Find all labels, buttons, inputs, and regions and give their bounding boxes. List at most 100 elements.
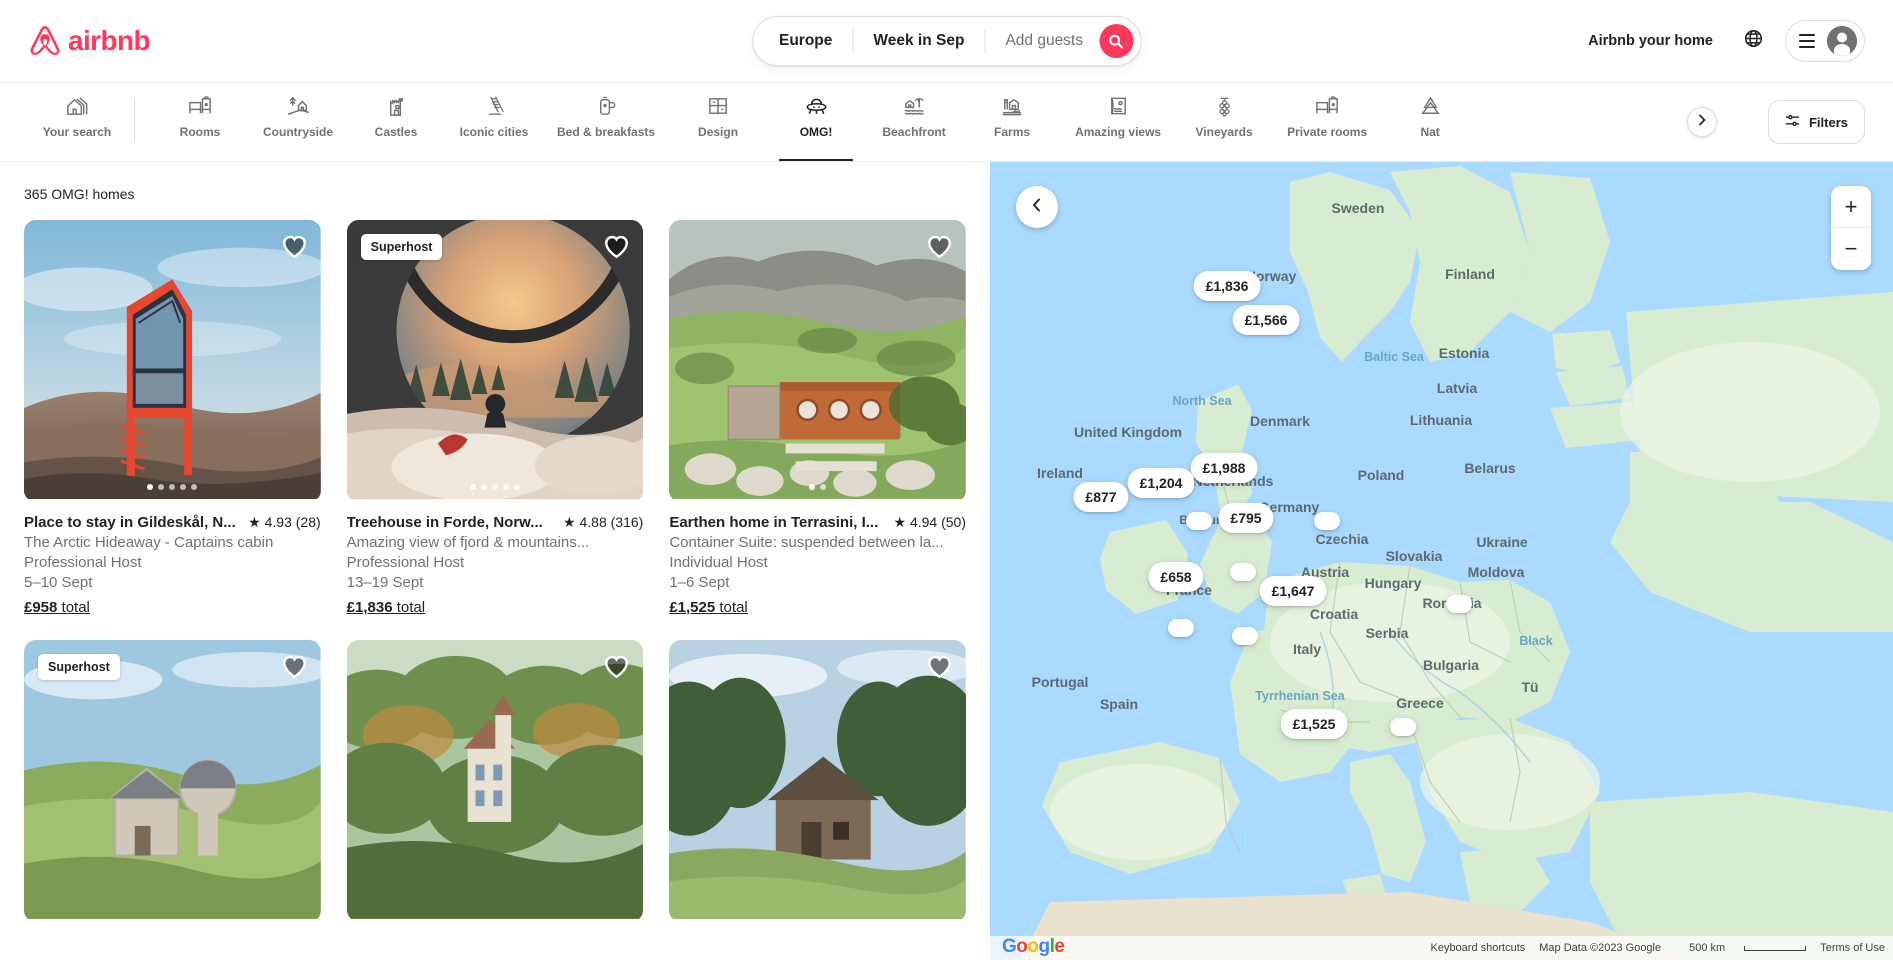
listing-photo[interactable]: Superhost xyxy=(346,220,644,502)
category-bed-and-breakfasts[interactable]: Bed & breakfasts xyxy=(543,83,669,161)
terms-of-use-link[interactable]: Terms of Use xyxy=(1820,942,1885,954)
listing-card[interactable]: Superhost Treehouse in Forde, Norw... ★ … xyxy=(346,220,644,616)
listing-price-suffix: total xyxy=(715,599,748,616)
favorite-button[interactable] xyxy=(280,232,309,266)
map-price-marker-collapsed[interactable] xyxy=(1168,619,1194,637)
listing-price: £1,836 total xyxy=(347,599,644,616)
category-your-search[interactable]: Your search xyxy=(28,83,126,161)
search-submit-button[interactable] xyxy=(1099,24,1133,58)
map-price-marker[interactable]: £1,836 xyxy=(1193,271,1261,301)
favorite-button[interactable] xyxy=(602,652,631,686)
category-label: Design xyxy=(698,125,739,139)
user-menu-button[interactable] xyxy=(1785,20,1865,62)
category-navigation: Your search Rooms Countryside Castles Ic… xyxy=(0,82,1893,162)
map-scale-bar xyxy=(1744,945,1807,951)
listing-price: £958 total xyxy=(24,599,321,616)
map-price-marker-collapsed[interactable] xyxy=(1232,627,1258,645)
map-price-marker[interactable]: £877 xyxy=(1073,482,1129,512)
listing-card[interactable]: Place to stay in Gildeskål, N... ★ 4.93 … xyxy=(24,220,321,616)
listing-info: Earthen home in Terrasini, I... ★ 4.94 (… xyxy=(669,502,966,616)
airbnb-your-home-link[interactable]: Airbnb your home xyxy=(1574,21,1727,61)
category-scroll-next-button[interactable] xyxy=(1687,107,1717,137)
map-price-marker[interactable]: £1,525 xyxy=(1280,709,1348,739)
design-icon xyxy=(706,93,731,119)
favorite-button[interactable] xyxy=(280,652,309,686)
photo-carousel-dots[interactable] xyxy=(24,484,321,490)
favorite-button[interactable] xyxy=(602,232,631,266)
category-farms[interactable]: Farms xyxy=(963,83,1061,161)
map-price-marker[interactable]: £1,566 xyxy=(1232,305,1300,335)
favorite-button[interactable] xyxy=(925,232,954,266)
hamburger-icon xyxy=(1799,34,1815,48)
iconic-city-icon xyxy=(482,93,507,119)
listing-subtitle: The Arctic Hideaway - Captains cabin xyxy=(24,534,274,551)
listing-photo[interactable] xyxy=(24,220,321,502)
map-price-marker-collapsed[interactable] xyxy=(1186,512,1212,530)
star-icon: ★ xyxy=(248,514,261,530)
listing-review-count: (50) xyxy=(941,514,966,530)
map-zoom-controls[interactable]: + − xyxy=(1831,186,1871,270)
listing-card[interactable] xyxy=(669,640,966,922)
listing-photo[interactable] xyxy=(669,220,966,502)
category-beachfront[interactable]: Beachfront xyxy=(865,83,963,161)
map-price-marker[interactable]: £1,988 xyxy=(1190,453,1258,483)
map-price-marker-collapsed[interactable] xyxy=(1314,512,1340,530)
search-dates-segment[interactable]: Week in Sep xyxy=(853,16,984,66)
listing-price-amount: £1,525 xyxy=(669,599,716,616)
map-collapse-button[interactable] xyxy=(1016,186,1058,228)
omg-ufo-icon xyxy=(804,93,829,119)
search-bar[interactable]: Europe Week in Sep Add guests xyxy=(752,16,1141,66)
header-actions: Airbnb your home xyxy=(1574,20,1865,62)
photo-carousel-dots[interactable] xyxy=(347,484,644,490)
category-amazing-views[interactable]: Amazing views xyxy=(1061,83,1175,161)
category-separator xyxy=(134,99,135,141)
listing-photo[interactable] xyxy=(346,640,644,922)
listing-photo[interactable]: Superhost xyxy=(24,640,321,922)
category-private-rooms[interactable]: Private rooms xyxy=(1273,83,1381,161)
category-vineyards[interactable]: Vineyards xyxy=(1175,83,1273,161)
category-design[interactable]: Design xyxy=(669,83,767,161)
map-zoom-in-button[interactable]: + xyxy=(1831,186,1871,228)
listing-card[interactable]: Earthen home in Terrasini, I... ★ 4.94 (… xyxy=(669,220,966,616)
listing-photo[interactable] xyxy=(669,640,966,922)
listing-price-amount: £958 xyxy=(24,599,58,616)
listing-photo-image xyxy=(346,220,644,499)
category-label: OMG! xyxy=(799,125,833,139)
map-panel[interactable]: + − Sweden Norway Finland Estonia Latvia Balt… xyxy=(990,162,1893,960)
category-national-parks[interactable]: Nat xyxy=(1381,83,1479,161)
map-zoom-out-button[interactable]: − xyxy=(1831,228,1871,270)
category-label: Vineyards xyxy=(1195,125,1253,139)
category-list[interactable]: Your search Rooms Countryside Castles Ic… xyxy=(28,83,1750,161)
category-omg[interactable]: OMG! xyxy=(767,83,865,161)
map-price-marker-collapsed[interactable] xyxy=(1390,718,1416,736)
category-label: Bed & breakfasts xyxy=(557,125,656,139)
map-price-marker-collapsed[interactable] xyxy=(1446,595,1472,613)
national-park-icon xyxy=(1418,93,1443,119)
category-castles[interactable]: Castles xyxy=(347,83,445,161)
listing-card[interactable]: Superhost xyxy=(24,640,321,922)
search-location-segment[interactable]: Europe xyxy=(753,16,852,66)
map-price-marker[interactable]: £795 xyxy=(1218,503,1274,533)
listing-info: Treehouse in Forde, Norw... ★ 4.88 (316)… xyxy=(347,502,644,616)
listing-photo-image xyxy=(346,640,644,919)
map-price-marker[interactable]: £1,204 xyxy=(1127,468,1195,498)
map-price-marker[interactable]: £658 xyxy=(1148,562,1204,592)
listing-card[interactable] xyxy=(346,640,644,922)
listing-photo-image xyxy=(24,640,321,919)
listing-price: £1,525 total xyxy=(669,599,966,616)
favorite-button[interactable] xyxy=(925,652,954,686)
category-label: Private rooms xyxy=(1287,125,1368,139)
search-guests-segment[interactable]: Add guests xyxy=(985,16,1097,66)
keyboard-shortcuts-link[interactable]: Keyboard shortcuts xyxy=(1430,942,1525,954)
countryside-icon xyxy=(286,93,311,119)
category-iconic-cities[interactable]: Iconic cities xyxy=(445,83,543,161)
language-button[interactable] xyxy=(1733,21,1773,61)
filters-button[interactable]: Filters xyxy=(1767,100,1865,144)
map-price-marker-collapsed[interactable] xyxy=(1230,563,1256,581)
map-price-marker[interactable]: £1,647 xyxy=(1259,576,1327,606)
category-countryside[interactable]: Countryside xyxy=(249,83,347,161)
airbnb-logo[interactable]: airbnb xyxy=(28,23,151,59)
photo-carousel-dots[interactable] xyxy=(669,484,966,490)
superhost-badge: Superhost xyxy=(360,234,443,260)
category-rooms[interactable]: Rooms xyxy=(151,83,249,161)
